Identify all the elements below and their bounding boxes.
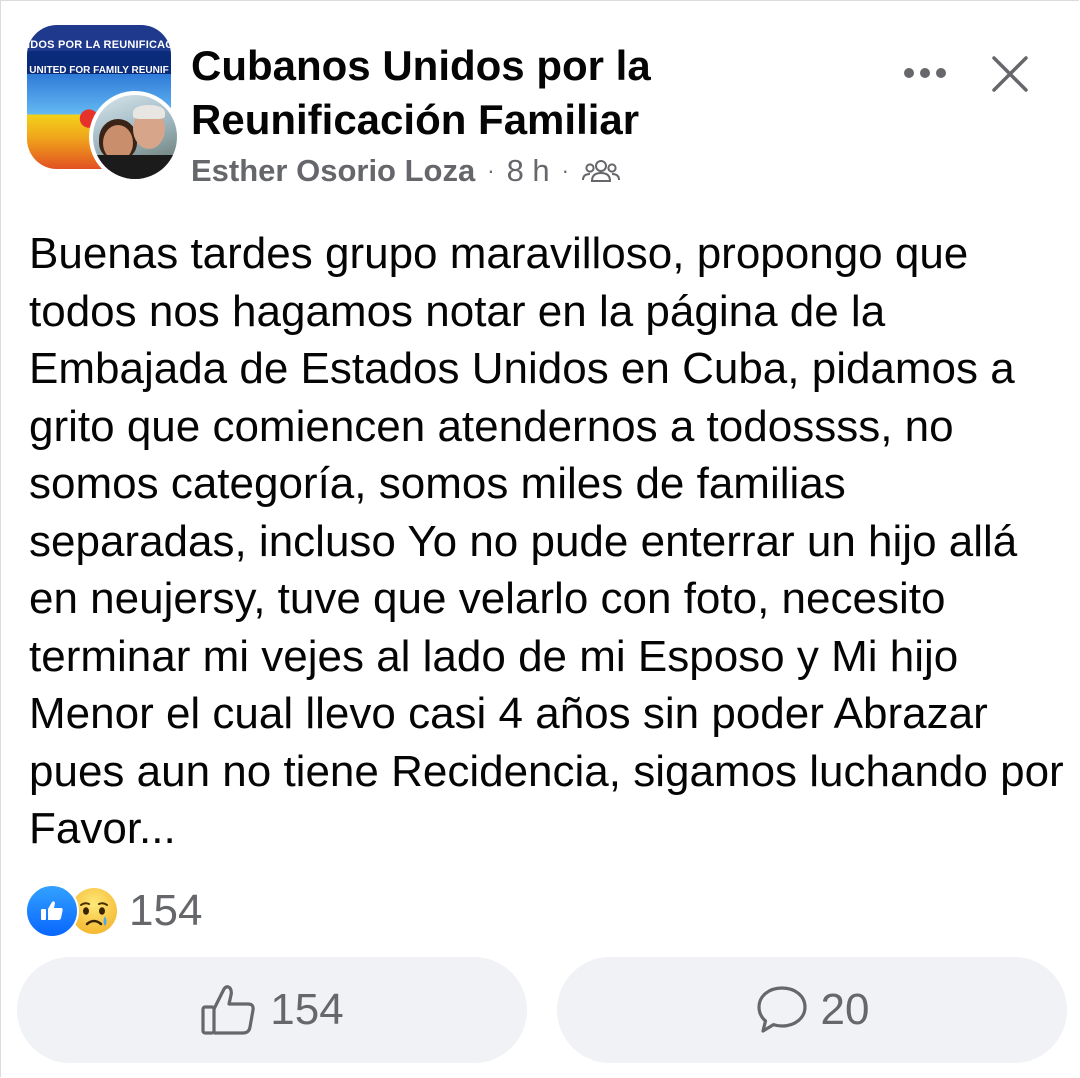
- author-avatar[interactable]: [89, 91, 181, 183]
- post-meta: Esther Osorio Loza · 8 h ·: [191, 151, 621, 191]
- author-name-link[interactable]: Esther Osorio Loza: [191, 153, 475, 189]
- meta-separator: ·: [487, 158, 495, 183]
- comment-bubble-icon: [755, 984, 809, 1036]
- group-avatar-banner-bottom: UNITED FOR FAMILY REUNIF: [29, 65, 169, 76]
- group-members-icon: [581, 156, 621, 186]
- reactions-count: 154: [129, 886, 203, 935]
- like-button[interactable]: 154: [17, 957, 527, 1063]
- like-reaction-icon: [25, 884, 79, 938]
- post-body-text: Buenas tardes grupo maravilloso, propong…: [29, 229, 1064, 853]
- more-options-icon[interactable]: [893, 53, 957, 93]
- group-avatar-banner-top: IDOS POR LA REUNIFICACI: [27, 39, 171, 51]
- like-count-label: 154: [270, 985, 344, 1034]
- thumbs-up-icon: [200, 983, 258, 1037]
- author-photo: [93, 95, 177, 179]
- close-icon[interactable]: [985, 49, 1035, 99]
- comment-button[interactable]: 20: [557, 957, 1067, 1063]
- meta-separator: ·: [561, 158, 569, 183]
- group-name-link[interactable]: Cubanos Unidos por la Reunificación Fami…: [191, 39, 811, 147]
- post-timestamp[interactable]: 8 h: [507, 153, 550, 189]
- post-card: IDOS POR LA REUNIFICACI UNITED FOR FAMIL…: [0, 0, 1079, 1077]
- reactions-summary[interactable]: 154: [25, 883, 202, 939]
- comment-count-label: 20: [820, 985, 870, 1034]
